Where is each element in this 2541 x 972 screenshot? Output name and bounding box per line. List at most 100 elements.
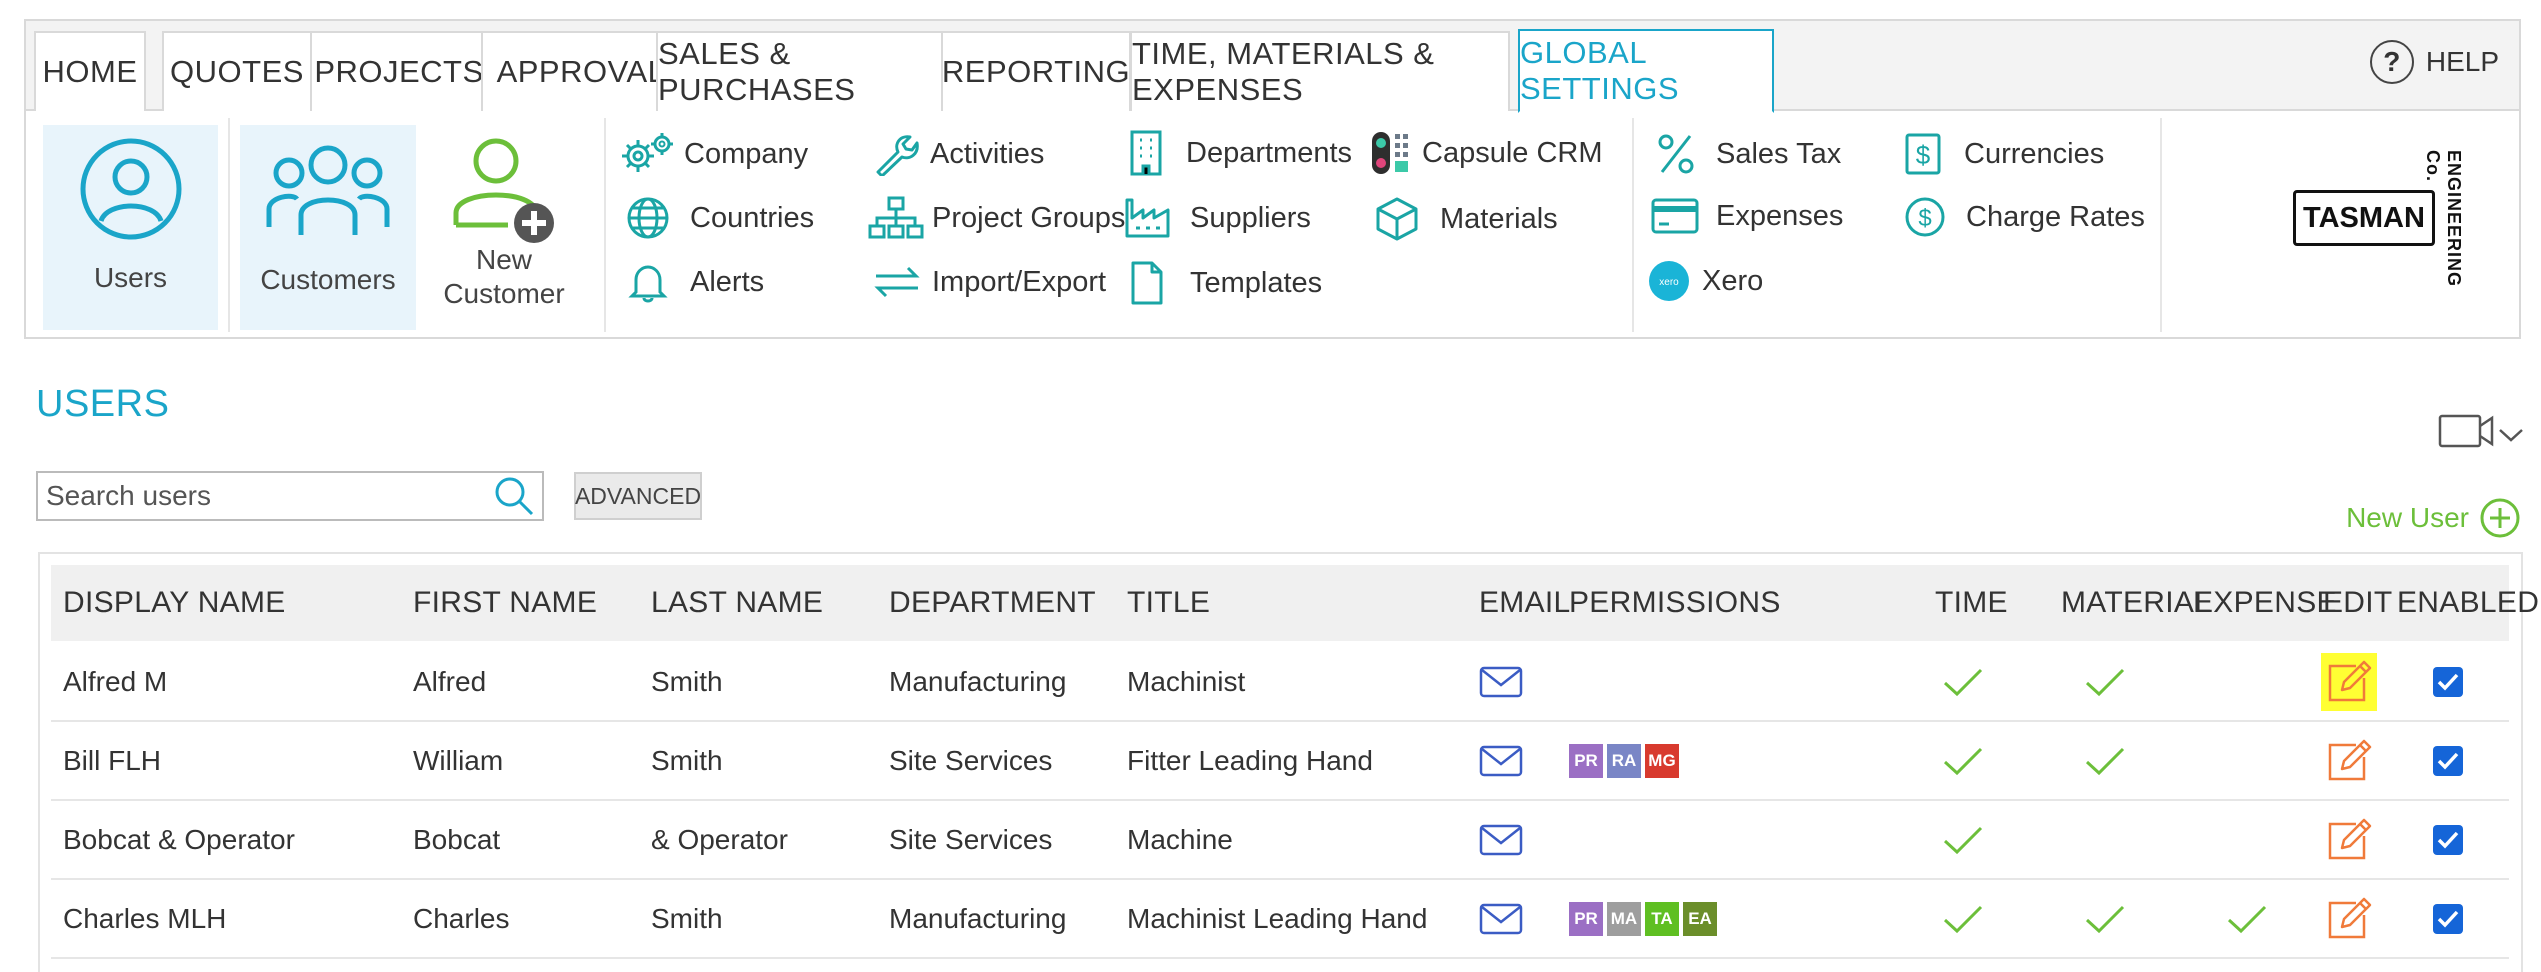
ribbon-item-xero[interactable]: xero Xero <box>1648 260 1763 302</box>
email-button[interactable] <box>1479 880 1523 957</box>
credit-card-icon <box>1651 198 1699 234</box>
ribbon-item-templates[interactable]: Templates <box>1130 260 1322 306</box>
tab-strip: HOME QUOTES PROJECTS APPROVAL SALES & PU… <box>26 21 2519 113</box>
edit-icon <box>2328 818 2372 860</box>
help-button[interactable]: ? HELP <box>2369 40 2499 84</box>
advanced-search-button[interactable]: ADVANCED <box>574 472 702 520</box>
ribbon-item-alerts[interactable]: Alerts <box>626 260 764 304</box>
column-header-expense[interactable]: EXPENSE <box>2193 565 2337 641</box>
time-check-icon <box>1943 747 1983 775</box>
time-check-icon <box>1943 905 1983 933</box>
tab-projects[interactable]: PROJECTS <box>310 31 488 111</box>
cell-last-name: & Operator <box>651 823 788 855</box>
table-row[interactable]: Charles MLH Charles Smith Manufacturing Mach… <box>51 880 2509 959</box>
enabled-checkbox[interactable] <box>2433 801 2463 878</box>
column-header-first-name[interactable]: FIRST NAME <box>413 565 597 641</box>
ribbon-item-suppliers[interactable]: Suppliers <box>1124 196 1311 240</box>
alerts-label: Alerts <box>690 265 765 298</box>
enabled-checkbox[interactable] <box>2433 722 2463 799</box>
tab-sales-purchases[interactable]: SALES & PURCHASES <box>656 31 962 111</box>
ribbon-item-departments[interactable]: Departments <box>1128 130 1352 176</box>
permission-badge-ta: TA <box>1645 901 1679 936</box>
column-header-last-name[interactable]: LAST NAME <box>651 565 823 641</box>
tab-reporting[interactable]: REPORTING <box>941 31 1131 111</box>
edit-icon <box>2328 660 2372 702</box>
import-export-label: Import/Export <box>932 265 1107 298</box>
user-circle-icon <box>80 138 181 240</box>
ribbon-item-currencies[interactable]: $ Currencies <box>1904 132 2104 176</box>
column-header-material[interactable]: MATERIAL <box>2061 565 2211 641</box>
tab-home[interactable]: HOME <box>34 31 146 111</box>
material-check-icon <box>2085 668 2125 696</box>
ribbon-item-sales-tax[interactable]: Sales Tax <box>1656 132 1841 176</box>
cell-time <box>1941 801 1985 878</box>
ribbon-item-charge-rates[interactable]: $ Charge Rates <box>1904 196 2145 238</box>
column-header-enabled[interactable]: ENABLED <box>2397 565 2539 641</box>
tab-approval[interactable]: APPROVAL <box>481 31 681 111</box>
ribbon-item-import-export[interactable]: Import/Export <box>872 260 1106 304</box>
material-check-icon <box>2085 905 2125 933</box>
column-header-email[interactable]: EMAIL <box>1479 565 1571 641</box>
tab-time-materials-expenses[interactable]: TIME, MATERIALS & EXPENSES <box>1130 31 1510 111</box>
edit-button[interactable] <box>2321 811 2377 869</box>
people-group-icon <box>266 145 390 235</box>
email-icon <box>1479 903 1523 934</box>
cell-display-name: Alfred M <box>63 665 168 697</box>
sales-tax-label: Sales Tax <box>1716 137 1842 170</box>
tab-global-settings[interactable]: GLOBAL SETTINGS <box>1518 29 1774 113</box>
ribbon-divider <box>2160 118 2162 332</box>
ribbon-item-countries[interactable]: Countries <box>626 196 814 240</box>
permission-badge-mg: MG <box>1645 743 1679 778</box>
users-button[interactable]: Users <box>43 125 218 330</box>
cell-department: Site Services <box>889 744 1053 776</box>
dollar-circle-icon: $ <box>1905 197 1945 237</box>
column-header-time[interactable]: TIME <box>1935 565 2008 641</box>
ribbon-item-capsule-crm[interactable]: Capsule CRM <box>1370 130 1603 176</box>
column-header-permissions[interactable]: PERMISSIONS <box>1569 565 1781 641</box>
edit-button[interactable] <box>2321 653 2377 711</box>
email-button[interactable] <box>1479 722 1523 799</box>
ribbon-item-materials[interactable]: Materials <box>1374 196 1558 242</box>
edit-button[interactable] <box>2321 890 2377 948</box>
table-row[interactable]: Bobcat & Operator Bobcat & Operator Site Se… <box>51 801 2509 880</box>
cell-title: Machinist <box>1127 665 1246 697</box>
enabled-checkbox[interactable] <box>2433 880 2463 957</box>
cell-department: Manufacturing <box>889 665 1067 697</box>
customers-button[interactable]: Customers <box>240 125 416 330</box>
page-title: USERS <box>36 383 170 425</box>
customers-button-label: Customers <box>260 264 396 295</box>
ribbon-item-project-groups[interactable]: Project Groups <box>868 196 1125 240</box>
cell-title: Fitter Leading Hand <box>1127 744 1373 776</box>
cell-department: Manufacturing <box>889 902 1067 934</box>
ribbon-divider <box>604 118 606 332</box>
search-input[interactable] <box>38 479 492 513</box>
table-row[interactable]: Alfred M Alfred Smith Manufacturing Machinis… <box>51 643 2509 722</box>
ribbon-item-company[interactable]: Company <box>620 132 808 176</box>
hierarchy-icon <box>868 196 924 239</box>
tab-quotes[interactable]: QUOTES <box>162 31 312 111</box>
cell-display-name: Bill FLH <box>63 744 162 776</box>
capsule-crm-label: Capsule CRM <box>1422 136 1603 169</box>
cell-permissions: PR RA MG <box>1569 722 1683 799</box>
dollar-document-icon: $ <box>1905 133 1941 175</box>
column-header-title[interactable]: TITLE <box>1127 565 1210 641</box>
new-customer-button[interactable]: New Customer <box>430 125 578 330</box>
new-customer-label-line1: New <box>475 244 532 275</box>
column-header-edit[interactable]: EDIT <box>2323 565 2393 641</box>
edit-button[interactable] <box>2321 732 2377 790</box>
new-user-button[interactable]: New User <box>2346 497 2521 539</box>
table-header: DISPLAY NAME FIRST NAME LAST NAME DEPART… <box>51 565 2539 641</box>
ribbon-item-activities[interactable]: Activities <box>872 132 1044 176</box>
column-header-display-name[interactable]: DISPLAY NAME <box>63 565 286 641</box>
column-header-department[interactable]: DEPARTMENT <box>889 565 1096 641</box>
company-label: Company <box>684 137 809 170</box>
cell-first-name: Bobcat <box>413 823 501 855</box>
email-button[interactable] <box>1479 643 1523 720</box>
video-help-button[interactable] <box>2438 412 2524 457</box>
ribbon-item-expenses[interactable]: Expenses <box>1650 196 1843 236</box>
email-button[interactable] <box>1479 801 1523 878</box>
enabled-checkbox[interactable] <box>2433 643 2463 720</box>
search-icon[interactable] <box>492 474 536 518</box>
table-row[interactable]: Bill FLH William Smith Site Services Fitter … <box>51 722 2509 801</box>
cell-title: Machinist Leading Hand <box>1127 902 1428 934</box>
